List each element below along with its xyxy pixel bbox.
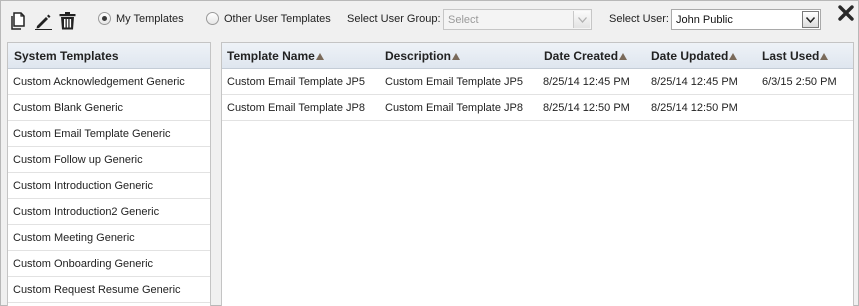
system-templates-header: System Templates [8, 43, 210, 69]
column-header-last-used[interactable]: Last Used [762, 43, 829, 69]
radio-other-user-templates-dot[interactable] [206, 12, 219, 25]
user-select[interactable]: John Public [671, 9, 821, 30]
toolbar: My Templates Other User Templates Select… [1, 1, 858, 39]
templates-grid: Template Name Description Date Created D… [221, 42, 854, 306]
cell-date-updated: 8/25/14 12:45 PM [651, 76, 738, 88]
cell-date-created: 8/25/14 12:45 PM [543, 76, 630, 88]
user-group-select[interactable]: Select [443, 9, 592, 30]
edit-icon[interactable] [34, 12, 52, 30]
column-header-label: Last Used [762, 49, 820, 63]
radio-my-templates-label: My Templates [116, 12, 184, 25]
list-item[interactable]: Custom Follow up Generic [8, 147, 210, 173]
chevron-down-icon [573, 11, 590, 28]
list-item[interactable]: Custom Blank Generic [8, 95, 210, 121]
user-group-label: Select User Group: [347, 13, 441, 25]
radio-my-templates-dot[interactable] [98, 12, 111, 25]
radio-my-templates[interactable]: My Templates [98, 12, 184, 25]
list-item[interactable]: Custom Request Resume Generic [8, 277, 210, 303]
sort-arrow-icon [315, 52, 324, 60]
cell-last-used: 6/3/15 2:50 PM [762, 76, 837, 88]
table-row[interactable]: Custom Email Template JP8 Custom Email T… [222, 95, 853, 121]
user-label: Select User: [609, 13, 669, 25]
radio-other-user-templates[interactable]: Other User Templates [206, 12, 331, 25]
list-item[interactable]: Custom Introduction2 Generic [8, 199, 210, 225]
column-header-date-created[interactable]: Date Created [544, 43, 628, 69]
sort-arrow-icon [729, 52, 738, 60]
cell-date-created: 8/25/14 12:50 PM [543, 102, 630, 114]
table-row[interactable]: Custom Email Template JP5 Custom Email T… [222, 69, 853, 95]
cell-description: Custom Email Template JP5 [385, 76, 523, 88]
column-header-label: Description [385, 49, 452, 63]
system-templates-panel: System Templates Custom Acknowledgement … [7, 42, 211, 306]
copy-icon[interactable] [10, 12, 28, 30]
column-header-label: Date Created [544, 49, 619, 63]
column-header-template-name[interactable]: Template Name [227, 43, 324, 69]
column-header-date-updated[interactable]: Date Updated [651, 43, 738, 69]
templates-grid-header: Template Name Description Date Created D… [222, 43, 853, 69]
user-select-value: John Public [676, 13, 733, 26]
sort-arrow-icon [619, 52, 628, 60]
list-item[interactable]: Custom Acknowledgement Generic [8, 69, 210, 95]
close-icon[interactable] [838, 5, 854, 24]
chevron-down-icon [802, 11, 819, 28]
user-group-select-value: Select [448, 13, 479, 26]
list-item[interactable]: Custom Introduction Generic [8, 173, 210, 199]
cell-date-updated: 8/25/14 12:50 PM [651, 102, 738, 114]
column-header-label: Date Updated [651, 49, 729, 63]
cell-template-name: Custom Email Template JP5 [227, 76, 365, 88]
sort-arrow-icon [820, 52, 829, 60]
radio-other-user-templates-label: Other User Templates [224, 12, 331, 25]
cell-template-name: Custom Email Template JP8 [227, 102, 365, 114]
list-item[interactable]: Custom Email Template Generic [8, 121, 210, 147]
list-item[interactable]: Custom Onboarding Generic [8, 251, 210, 277]
cell-description: Custom Email Template JP8 [385, 102, 523, 114]
trash-icon[interactable] [58, 12, 76, 30]
column-header-label: Template Name [227, 49, 315, 63]
list-item[interactable]: Custom Meeting Generic [8, 225, 210, 251]
column-header-description[interactable]: Description [385, 43, 461, 69]
sort-arrow-icon [452, 52, 461, 60]
